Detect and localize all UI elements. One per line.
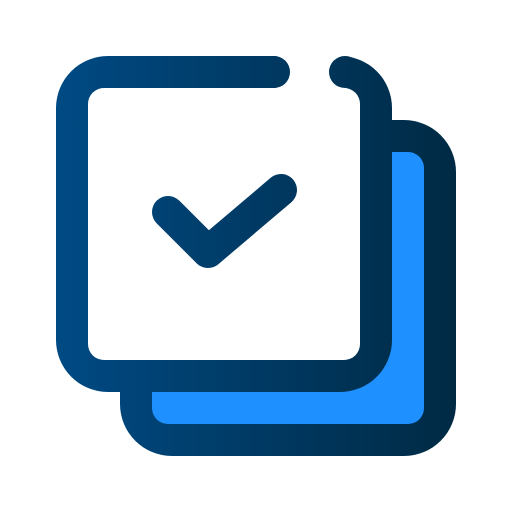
copy-check-icon xyxy=(0,0,512,512)
gap-end-left xyxy=(258,56,290,88)
copy-check-icon-svg xyxy=(56,52,456,456)
gap-end-right xyxy=(329,56,361,88)
